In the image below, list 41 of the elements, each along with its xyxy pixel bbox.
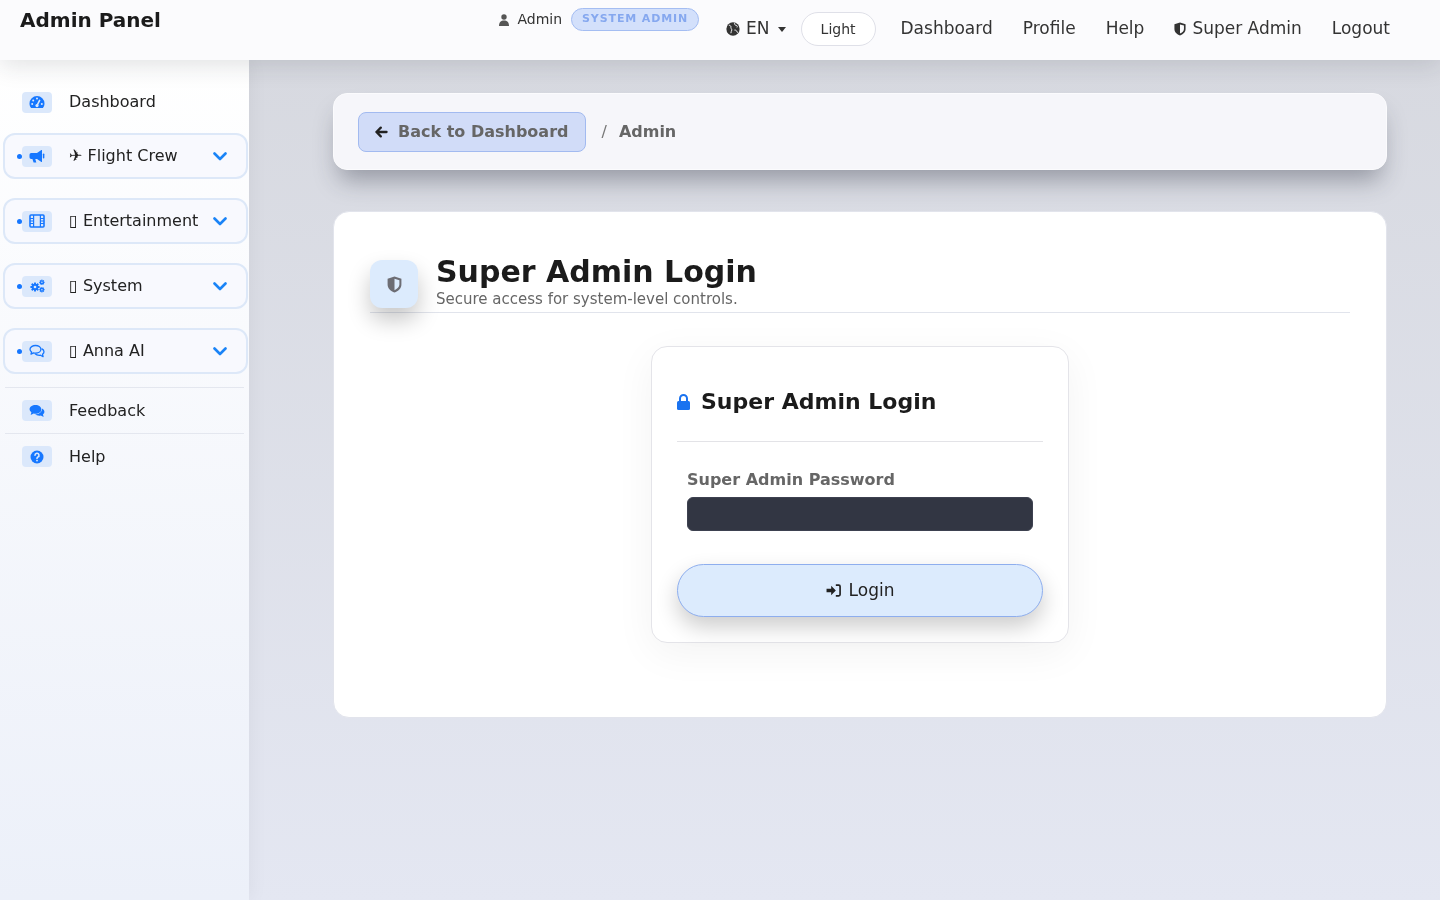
nav-link[interactable]: Super Admin (1174, 16, 1302, 42)
nav-link[interactable]: Help (1105, 16, 1145, 42)
page-title: Super Admin Login (436, 254, 757, 290)
gauge-icon (22, 91, 52, 113)
globe-icon (726, 22, 741, 36)
brand-title: Admin Panel (20, 8, 161, 32)
question-icon (22, 446, 52, 467)
arrow-bracket-icon (825, 584, 841, 597)
role-badge: SYSTEM ADMIN (571, 8, 700, 31)
back-button[interactable]: Back to Dashboard (358, 111, 587, 152)
password-field[interactable] (687, 497, 1033, 531)
user-name: Admin (517, 10, 563, 29)
breadcrumb-separator: / (601, 120, 607, 143)
nav-link[interactable]: Dashboard (900, 16, 993, 42)
card-title: Super Admin Login (701, 389, 937, 415)
gears-icon (22, 275, 52, 297)
chat-bubbles-icon (22, 340, 52, 362)
arrow-left-icon (375, 125, 388, 138)
sidebar-link[interactable]: Dashboard (5, 79, 244, 125)
megaphone-icon (22, 145, 52, 167)
chat-bubbles-icon (22, 400, 52, 421)
nav-link[interactable]: Profile (1022, 16, 1076, 42)
sidebar-link[interactable]: Feedback (5, 387, 244, 433)
film-icon (22, 210, 52, 232)
login-button[interactable]: Login (677, 564, 1043, 617)
sidebar-link[interactable]: Help (5, 433, 244, 479)
sidebar-group-button[interactable]: ✈ Flight Crew (3, 133, 248, 179)
shield-icon (370, 260, 418, 308)
sidebar-group-button[interactable]: ▯ Entertainment (3, 198, 248, 244)
sidebar-group-button[interactable]: ▯ System (3, 263, 248, 309)
caret-icon (777, 26, 786, 32)
page-subtitle: Secure access for system-level controls. (436, 290, 739, 308)
language-button[interactable]: EN (726, 16, 786, 42)
nav-link[interactable]: Logout (1331, 16, 1390, 42)
theme-toggle-button[interactable]: Light (800, 12, 876, 46)
shield-icon (1174, 22, 1187, 36)
password-label: Super Admin Password (687, 470, 896, 489)
user-icon (499, 13, 510, 26)
sidebar-group-button[interactable]: ▯ Anna AI (3, 328, 248, 374)
breadcrumb-current: Admin (618, 120, 677, 143)
lock-icon (677, 394, 690, 410)
